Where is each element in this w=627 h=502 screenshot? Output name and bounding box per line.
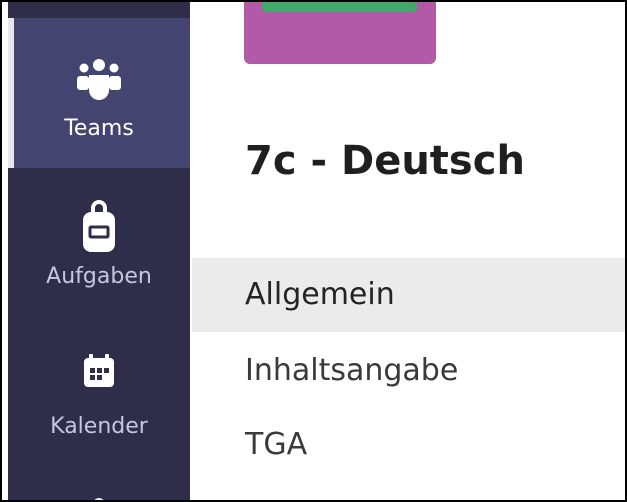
calendar-icon [84,354,114,387]
teams-icon [77,59,121,100]
rail-label-calendar: Kalender [50,414,148,439]
assignments-icon [83,200,115,252]
rail-item-calendar[interactable]: Kalender [8,318,190,468]
rail-item-assignments[interactable]: Aufgaben [8,168,190,318]
app-rail: Teams Aufgaben Kalender [8,2,190,502]
rail-item-teams[interactable]: Teams [8,18,190,168]
more-apps-icon[interactable] [84,494,114,502]
app-window: Teams Aufgaben Kalender 7c - Deutsch All… [0,0,627,502]
rail-label-teams: Teams [64,116,134,141]
active-indicator [8,18,14,168]
channel-item-inhaltsangabe[interactable]: Inhaltsangabe [192,334,625,408]
channel-item-allgemein[interactable]: Allgemein [192,258,625,332]
team-avatar [244,2,436,64]
team-avatar-graphic [262,2,417,12]
rail-label-assignments: Aufgaben [46,264,152,289]
team-name: 7c - Deutsch [245,138,525,184]
channel-item-tga[interactable]: TGA [192,408,625,482]
